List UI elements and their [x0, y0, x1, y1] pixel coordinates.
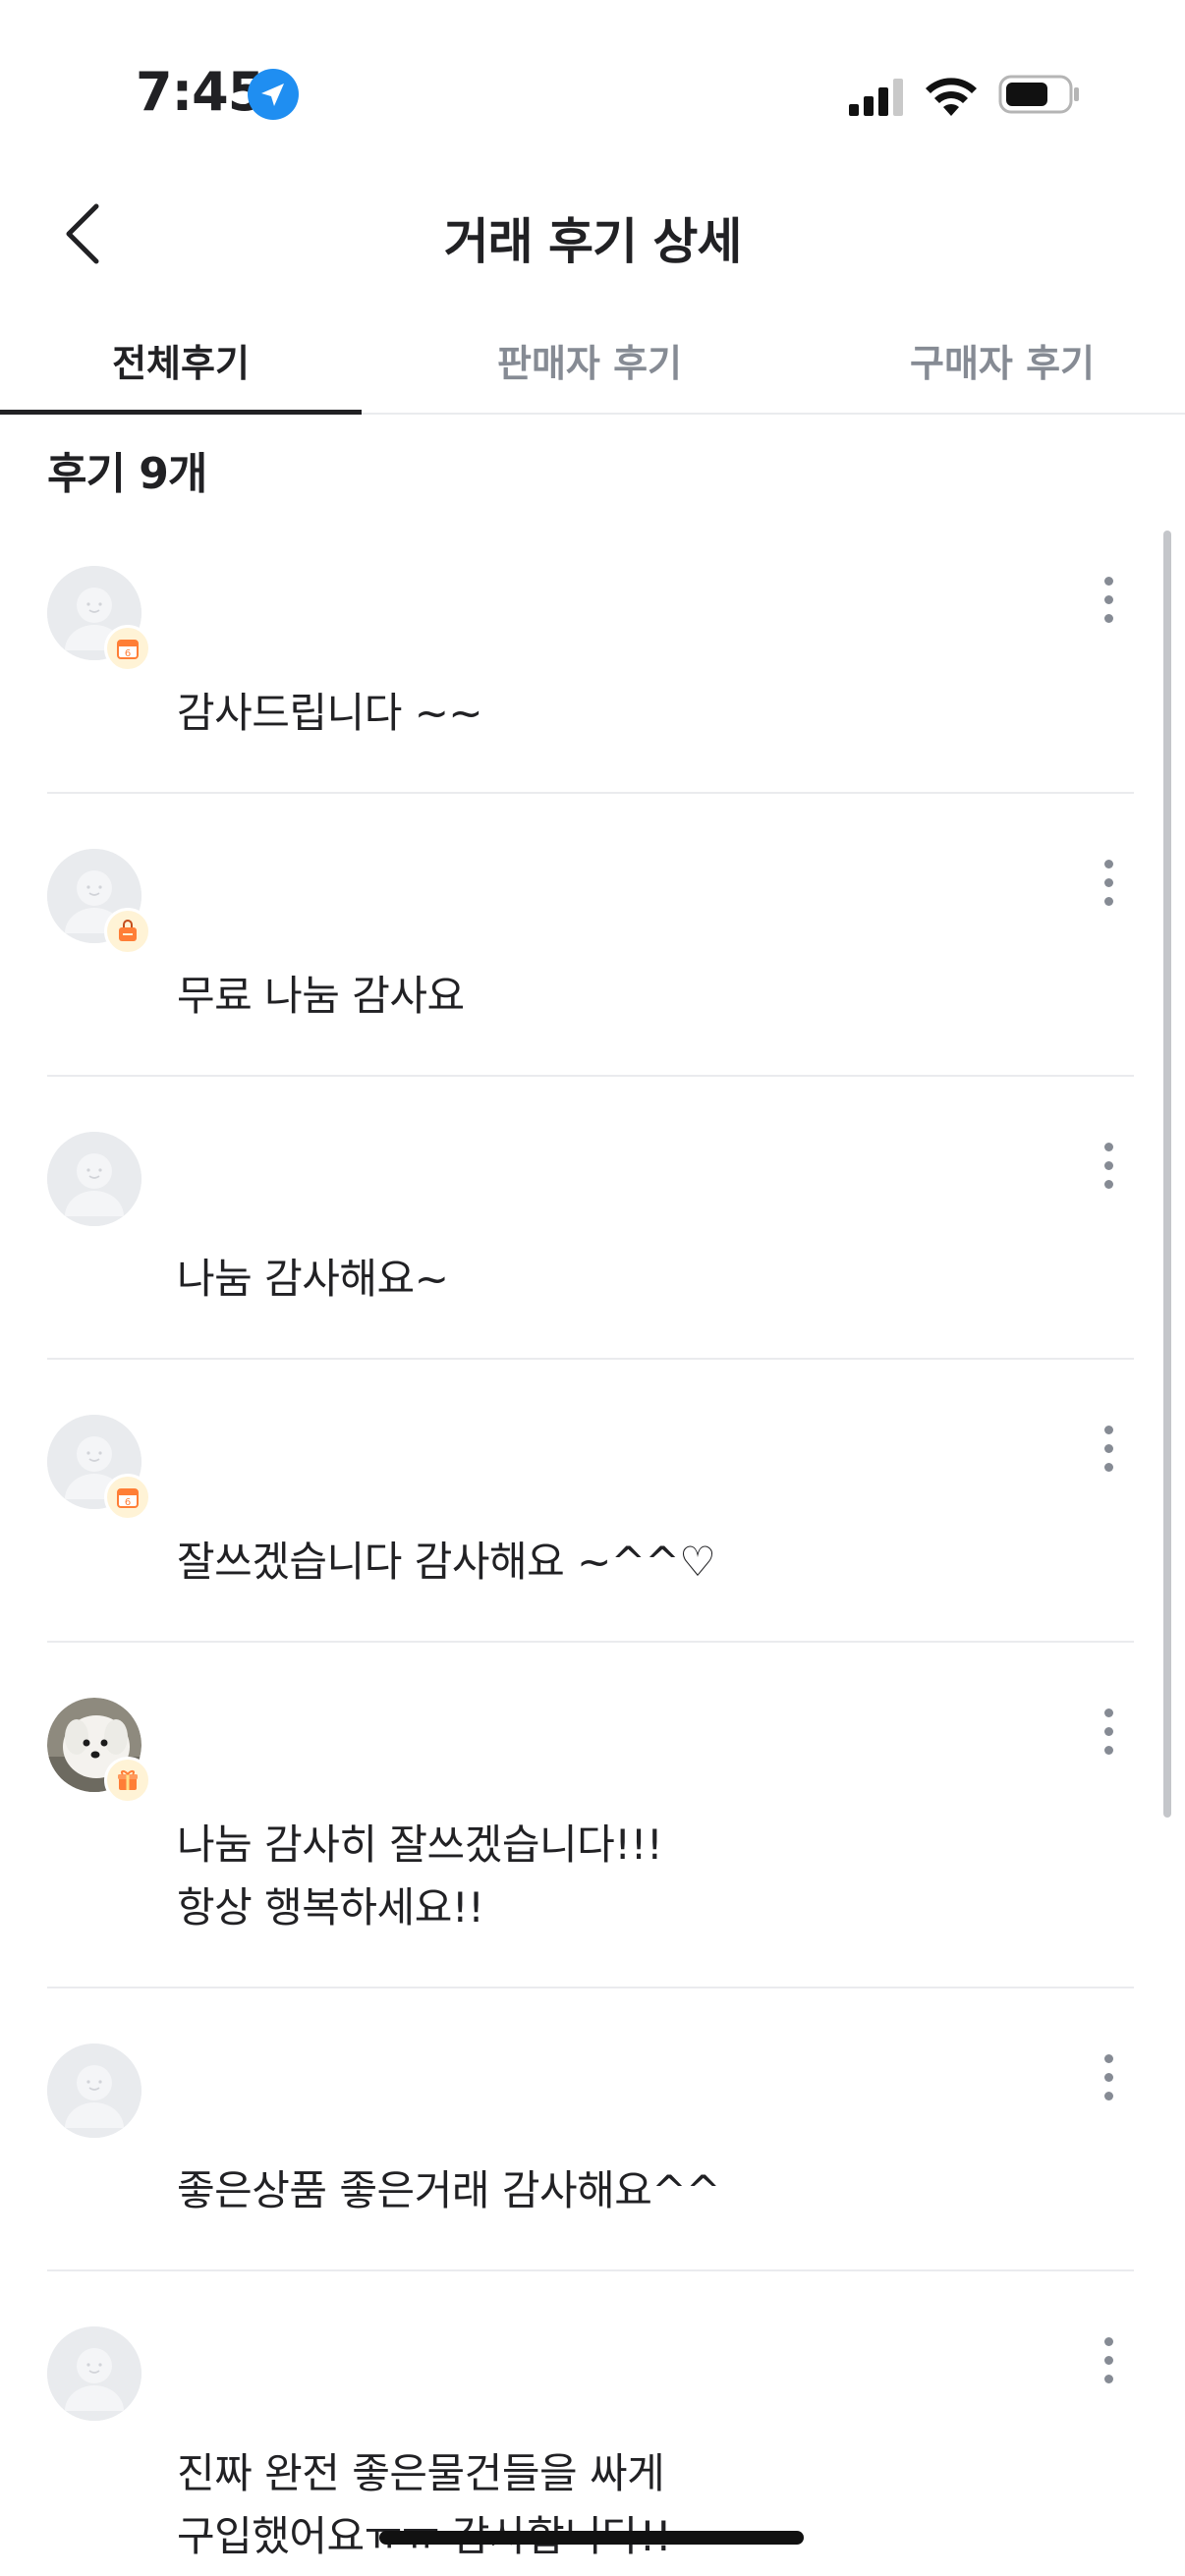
active-tab-indicator — [0, 410, 362, 415]
svg-text:6: 6 — [125, 648, 131, 659]
review-count: 후기 9개 — [47, 449, 207, 499]
status-bar: 7:45 — [0, 0, 1185, 157]
location-arrow-icon — [248, 69, 299, 120]
more-options-button[interactable] — [1089, 564, 1128, 635]
review-text: 진짜 완전 좋은물건들을 싸게 구입했어요ㅠㅠ 감사합니다!! — [177, 2449, 672, 2560]
list-item: 나눔 감사해요~ — [0, 1077, 1185, 1360]
review-text: 감사드립니다 ~~ — [177, 689, 483, 737]
scrollbar[interactable] — [1163, 531, 1171, 1818]
status-time: 7:45 — [136, 61, 264, 123]
more-options-button[interactable] — [1089, 2324, 1128, 2395]
review-text: 잘쓰겠습니다 감사해요 ~^^♡ — [177, 1538, 716, 1586]
tab-buyer-reviews[interactable]: 구매자 후기 — [835, 305, 1169, 415]
cellular-signal-icon — [849, 79, 903, 116]
calendar-badge-icon: 6 — [104, 1474, 151, 1521]
more-options-button[interactable] — [1089, 1130, 1128, 1201]
list-item: 무료 나눔 감사요 — [0, 794, 1185, 1077]
review-text: 무료 나눔 감사요 — [177, 972, 465, 1020]
more-options-button[interactable] — [1089, 847, 1128, 918]
review-list[interactable]: 6 감사드립니다 ~~ 무료 나눔 감사요 나눔 감사해요~ 6 잘쓰겠습니다 … — [0, 511, 1185, 2576]
screen: 7:45 거래 후기 상세 전체후기 판매자 후기 구매자 후기 후기 9개 6… — [0, 0, 1185, 2576]
default-avatar-icon[interactable] — [47, 2044, 141, 2138]
list-item: 6 감사드립니다 ~~ — [0, 511, 1185, 794]
home-indicator[interactable] — [379, 2531, 804, 2545]
review-text: 나눔 감사해요~ — [177, 1255, 449, 1303]
list-item: 좋은상품 좋은거래 감사해요^^ — [0, 1988, 1185, 2271]
tab-all-reviews[interactable]: 전체후기 — [0, 305, 362, 415]
wifi-icon — [926, 78, 977, 116]
calendar-badge-icon: 6 — [104, 625, 151, 672]
review-tabs: 전체후기 판매자 후기 구매자 후기 — [0, 305, 1185, 415]
review-text: 좋은상품 좋은거래 감사해요^^ — [177, 2166, 720, 2214]
more-options-button[interactable] — [1089, 1413, 1128, 1484]
bag-badge-icon — [104, 908, 151, 955]
list-item: 나눔 감사히 잘쓰겠습니다!!! 항상 행복하세요!! — [0, 1643, 1185, 1988]
default-avatar-icon[interactable] — [47, 2326, 141, 2421]
list-item: 6 잘쓰겠습니다 감사해요 ~^^♡ — [0, 1360, 1185, 1643]
svg-text:6: 6 — [125, 1497, 131, 1508]
tab-seller-reviews[interactable]: 판매자 후기 — [413, 305, 766, 415]
navigation-bar: 거래 후기 상세 — [0, 177, 1185, 285]
review-text: 나눔 감사히 잘쓰겠습니다!!! 항상 행복하세요!! — [177, 1820, 663, 1932]
battery-icon — [998, 75, 1079, 114]
more-options-button[interactable] — [1089, 1696, 1128, 1766]
page-title: 거래 후기 상세 — [443, 213, 743, 270]
gift-badge-icon — [104, 1757, 151, 1804]
default-avatar-icon[interactable] — [47, 1132, 141, 1226]
more-options-button[interactable] — [1089, 2042, 1128, 2112]
